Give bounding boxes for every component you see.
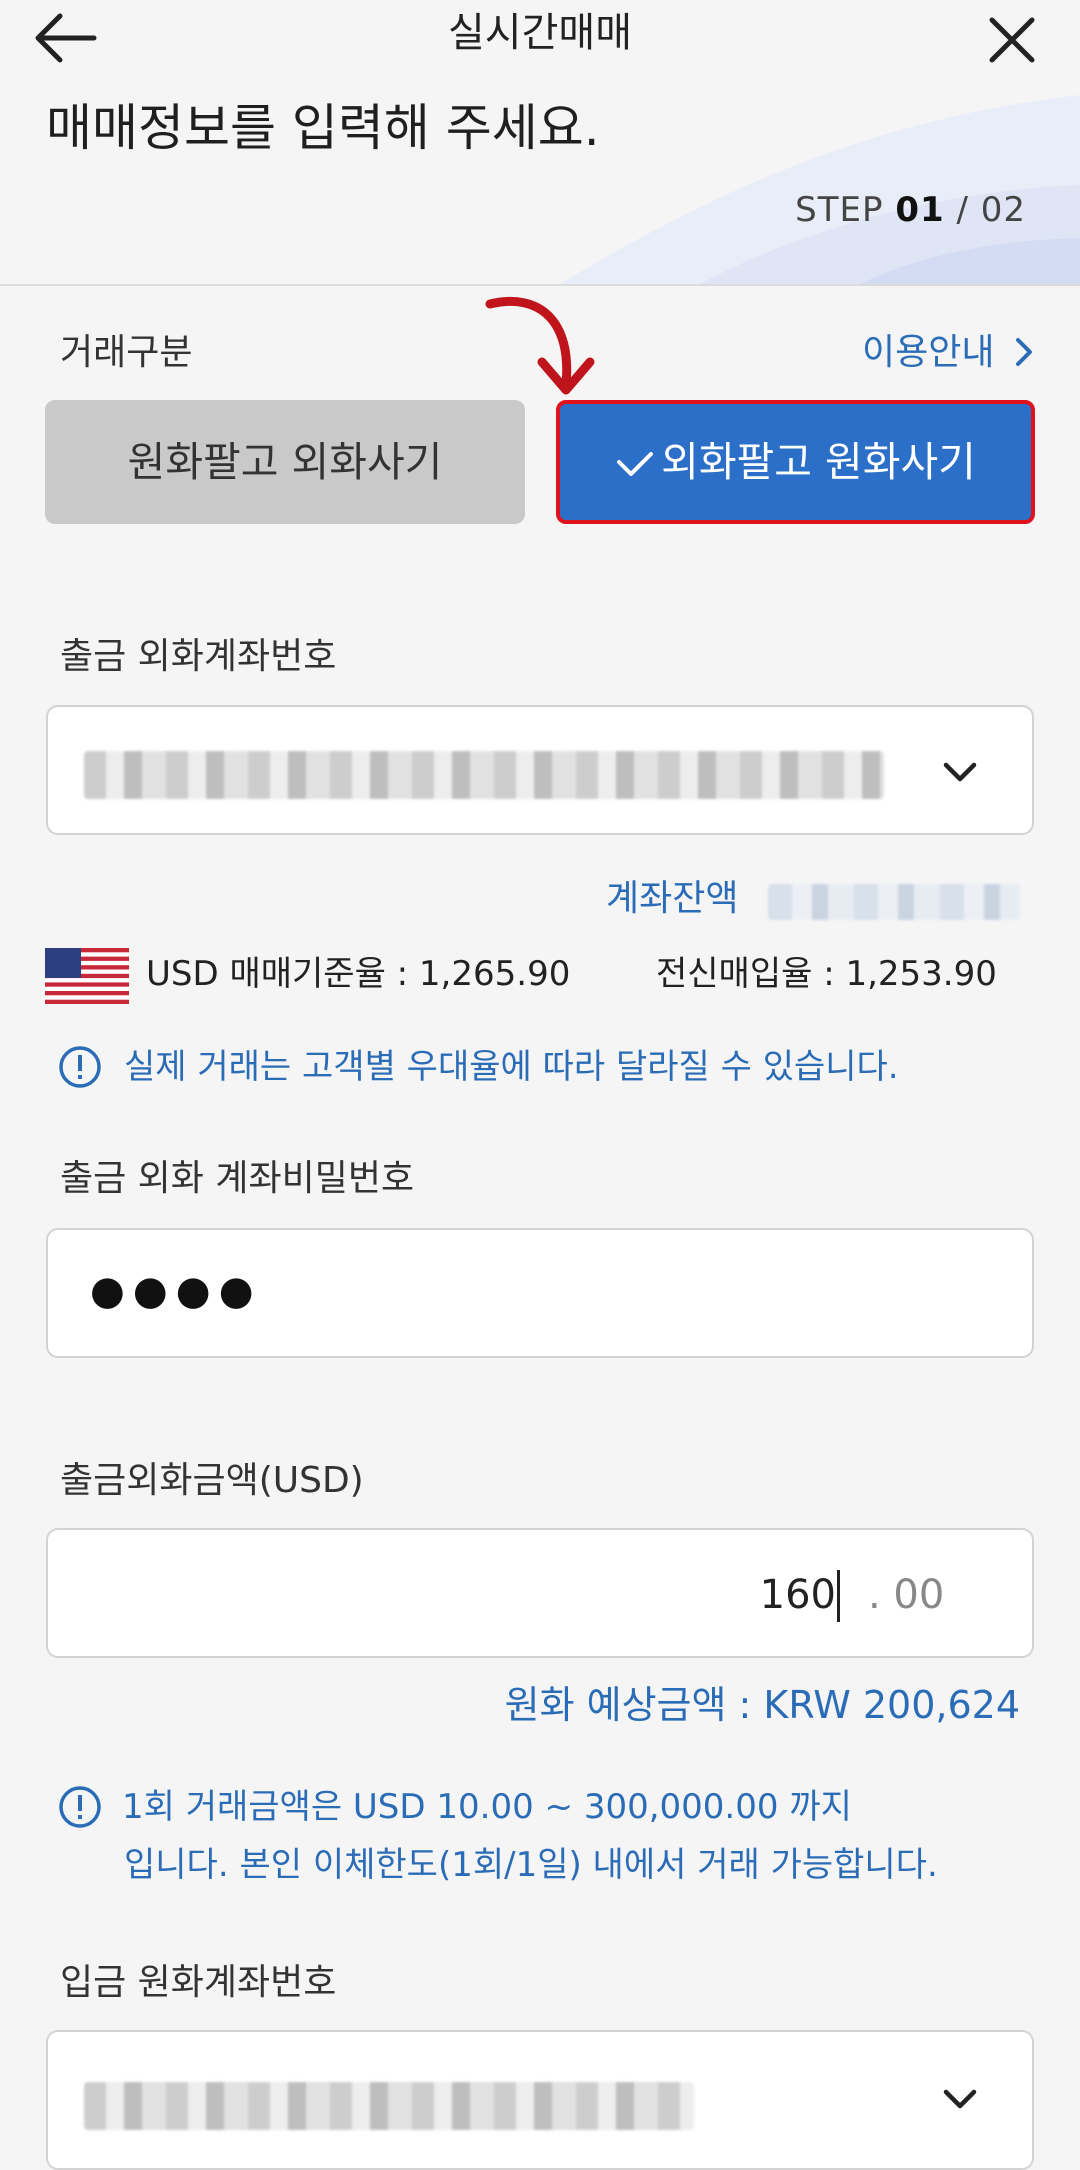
withdraw-account-select[interactable]: [46, 705, 1034, 835]
balance-value-redacted: [768, 884, 1020, 920]
close-button[interactable]: [980, 8, 1050, 68]
password-masked-value: ●●●●: [90, 1268, 262, 1314]
step-current: 01: [895, 190, 945, 230]
info-icon: [59, 1786, 101, 1828]
amount-integer-value: 160: [759, 1572, 836, 1618]
password-label: 출금 외화 계좌비밀번호: [60, 1158, 415, 1199]
headline: 매매정보를 입력해 주세요.: [46, 99, 600, 157]
amount-notice-line1: 1회 거래금액은 USD 10.00 ~ 300,000.00 까지: [122, 1787, 852, 1827]
password-input[interactable]: ●●●●: [46, 1228, 1034, 1358]
deposit-account-number-redacted: [84, 2082, 694, 2130]
page-title: 실시간매매: [448, 10, 632, 56]
rate-notice-text: 실제 거래는 고객별 우대율에 따라 달라질 수 있습니다.: [124, 1047, 899, 1087]
step-prefix: STEP: [795, 190, 884, 230]
step-indicator: STEP 01 / 02: [795, 188, 1026, 232]
chevron-right-icon: [1015, 338, 1032, 366]
step-total: / 02: [956, 190, 1026, 230]
guide-link-label: 이용안내: [862, 332, 995, 373]
deposit-account-select[interactable]: [46, 2030, 1034, 2170]
info-icon: [59, 1046, 101, 1088]
checkmark-icon: [617, 452, 654, 476]
option-sell-foreign-label: 외화팔고 원화사기: [661, 438, 976, 486]
chevron-down-icon: [943, 762, 977, 782]
amount-input[interactable]: 160 . 00: [46, 1528, 1034, 1658]
close-icon: [989, 17, 1035, 63]
annotation-arrow-icon: [485, 296, 595, 395]
trade-type-label: 거래구분: [60, 332, 193, 373]
withdraw-account-label: 출금 외화계좌번호: [60, 636, 337, 677]
balance-label: 계좌잔액: [606, 878, 739, 919]
amount-label: 출금외화금액(USD): [60, 1460, 364, 1501]
amount-notice-line2: 입니다. 본인 이체한도(1회/1일) 내에서 거래 가능합니다.: [124, 1845, 938, 1885]
us-flag-icon: [45, 948, 129, 1004]
krw-estimate: 원화 예상금액 : KRW 200,624: [504, 1683, 1020, 1727]
base-rate: USD 매매기준율 : 1,265.90: [146, 954, 571, 994]
deposit-account-label: 입금 원화계좌번호: [60, 1962, 337, 2003]
chevron-down-icon: [943, 2089, 977, 2109]
text-cursor: [837, 1570, 840, 1622]
amount-decimal-value: . 00: [868, 1572, 945, 1618]
option-buy-foreign-button[interactable]: 원화팔고 외화사기: [45, 400, 525, 524]
header-divider: [0, 284, 1080, 286]
tt-buying-rate: 전신매입율 : 1,253.90: [656, 954, 997, 994]
option-sell-foreign-button[interactable]: 외화팔고 원화사기: [556, 400, 1035, 524]
withdraw-account-number-redacted: [84, 751, 884, 799]
guide-link[interactable]: 이용안내: [862, 330, 1036, 376]
